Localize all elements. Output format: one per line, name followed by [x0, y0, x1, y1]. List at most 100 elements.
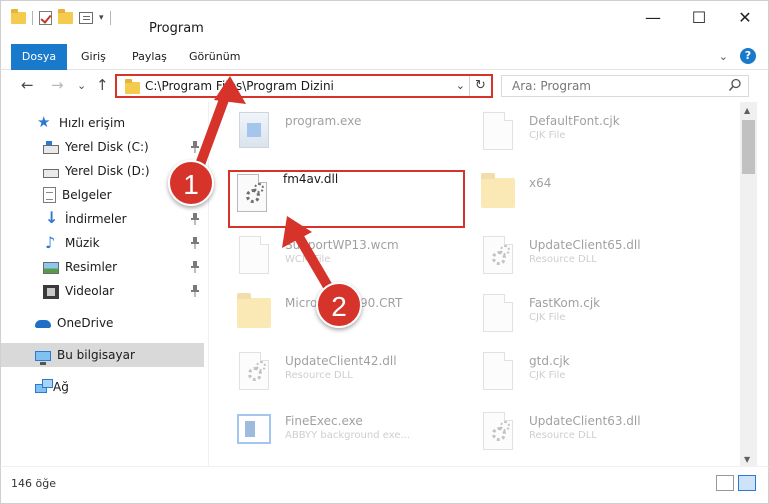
pin-icon[interactable] — [191, 285, 199, 297]
file-type: Resource DLL — [285, 370, 353, 381]
tab-home[interactable]: Giriş — [81, 44, 106, 69]
sidebar-item-label: Videolar — [65, 284, 115, 298]
callout-badge-2: 2 — [316, 282, 362, 328]
pin-icon[interactable] — [191, 237, 199, 249]
download-icon — [43, 208, 59, 227]
sidebar-item-label: Resimler — [65, 260, 118, 274]
toolbar-separator — [32, 11, 33, 25]
file-type: CJK File — [529, 370, 566, 381]
up-button[interactable]: ↑ — [96, 76, 109, 94]
properties-icon[interactable] — [79, 12, 93, 24]
tab-share[interactable]: Paylaş — [132, 44, 167, 69]
ribbon-expand-icon[interactable]: ⌄ — [719, 50, 728, 63]
search-icon[interactable] — [728, 78, 742, 92]
quick-access-toolbar: ▾ — [11, 9, 111, 25]
tab-view[interactable]: Görünüm — [189, 44, 240, 69]
scrollbar-thumb[interactable] — [742, 120, 755, 174]
file-icon — [483, 352, 513, 390]
sidebar-item-label: İndirmeler — [65, 212, 127, 226]
cloud-icon — [35, 315, 51, 331]
search-input[interactable]: Ara: Program — [512, 79, 591, 93]
file-item[interactable]: UpdateClient42.dll Resource DLL — [235, 346, 475, 400]
refresh-button[interactable]: ↻ — [469, 76, 491, 96]
callout-badge-1: 1 — [168, 160, 214, 206]
dll-gear-icon — [483, 236, 513, 274]
file-item[interactable]: UpdateClient65.dll Resource DLL — [479, 230, 719, 284]
sidebar-item-label: Müzik — [65, 236, 100, 250]
details-view-button[interactable] — [716, 475, 734, 491]
back-button[interactable]: ← — [21, 76, 34, 94]
close-button[interactable]: ✕ — [722, 1, 768, 33]
search-box[interactable]: Ara: Program — [501, 75, 749, 97]
window-edge — [757, 102, 769, 466]
chevron-down-icon[interactable]: ⌄ — [456, 79, 465, 92]
file-item[interactable]: x64 — [479, 168, 719, 222]
recent-locations-button[interactable]: ⌄ — [77, 79, 86, 92]
file-item[interactable]: FastKom.cjk CJK File — [479, 288, 719, 342]
file-name: DefaultFont.cjk — [529, 114, 620, 128]
forward-button[interactable]: → — [51, 76, 64, 94]
pin-icon[interactable] — [191, 141, 199, 153]
sidebar-item-onedrive[interactable]: OneDrive — [1, 311, 204, 335]
file-icon — [483, 112, 513, 150]
properties-check-icon[interactable] — [39, 11, 52, 25]
video-icon — [43, 284, 59, 299]
file-item[interactable]: program.exe — [235, 106, 475, 160]
file-icon — [483, 294, 513, 332]
star-icon — [37, 113, 53, 131]
sidebar-item-label: Belgeler — [62, 188, 112, 202]
dll-gear-icon — [483, 412, 513, 450]
pin-icon[interactable] — [191, 261, 199, 273]
sidebar-item-this-pc[interactable]: Bu bilgisayar — [1, 343, 204, 367]
file-type: CJK File — [529, 312, 566, 323]
computer-icon — [35, 351, 51, 365]
fine-exec-icon — [237, 414, 271, 444]
sidebar-item-videos[interactable]: Videolar — [1, 279, 204, 303]
ribbon-tabs: Dosya Giriş Paylaş Görünüm ⌄ ? — [0, 44, 769, 98]
address-row: ← → ⌄ ↑ C:\Program Files\Program Dizini … — [0, 70, 769, 102]
dll-gear-icon — [239, 352, 269, 390]
pin-icon[interactable] — [191, 213, 199, 225]
sidebar-item-local-disk-c[interactable]: Yerel Disk (C:) — [1, 135, 204, 159]
folder-icon — [125, 79, 140, 94]
drive-icon — [43, 140, 59, 154]
help-icon[interactable]: ? — [740, 48, 756, 64]
file-name: program.exe — [285, 114, 362, 128]
maximize-button[interactable]: ☐ — [676, 1, 722, 33]
new-folder-icon[interactable] — [58, 9, 73, 24]
minimize-button[interactable]: — — [630, 1, 676, 33]
window-title: Program — [149, 21, 204, 36]
sidebar-item-downloads[interactable]: İndirmeler — [1, 207, 204, 231]
file-item[interactable]: UpdateClient63.dll Resource DLL — [479, 406, 719, 460]
sidebar-item-network[interactable]: Ağ — [1, 375, 204, 399]
sidebar-item-quick-access[interactable]: Hızlı erişim — [1, 111, 204, 135]
file-item[interactable]: FineExec.exe ABBYY background exe... — [235, 406, 475, 460]
toolbar-separator — [109, 11, 111, 25]
drive-icon — [43, 168, 59, 178]
address-path[interactable]: C:\Program Files\Program Dizini — [145, 79, 334, 93]
sidebar-item-label: Yerel Disk (C:) — [65, 140, 149, 154]
scroll-up-arrow[interactable]: ▲ — [744, 106, 750, 115]
sidebar-item-pictures[interactable]: Resimler — [1, 255, 204, 279]
file-item[interactable]: gtd.cjk CJK File — [479, 346, 719, 400]
sidebar-item-label: Bu bilgisayar — [57, 348, 135, 362]
vertical-scrollbar[interactable]: ▲ ▼ — [740, 102, 757, 466]
highlight-box-fm4av — [228, 170, 465, 228]
file-type: ABBYY background exe... — [285, 430, 411, 441]
file-item[interactable]: SupportWP13.wcm WCM File — [235, 230, 475, 284]
file-name: UpdateClient63.dll — [529, 414, 641, 428]
file-name: UpdateClient42.dll — [285, 354, 397, 368]
sidebar-item-music[interactable]: Müzik — [1, 231, 204, 255]
file-name: FastKom.cjk — [529, 296, 601, 310]
customize-dropdown-icon[interactable]: ▾ — [99, 13, 104, 23]
large-icons-view-button[interactable] — [738, 475, 756, 491]
pictures-icon — [43, 262, 59, 274]
network-icon — [35, 379, 53, 393]
file-item[interactable]: DefaultFont.cjk CJK File — [479, 106, 719, 160]
music-icon — [43, 233, 59, 252]
file-name: SupportWP13.wcm — [285, 238, 399, 252]
sidebar-item-label: Ağ — [53, 380, 69, 394]
address-bar[interactable]: C:\Program Files\Program Dizini ⌄ ↻ — [115, 74, 493, 98]
scroll-down-arrow[interactable]: ▼ — [744, 455, 750, 464]
file-type: CJK File — [529, 130, 566, 141]
